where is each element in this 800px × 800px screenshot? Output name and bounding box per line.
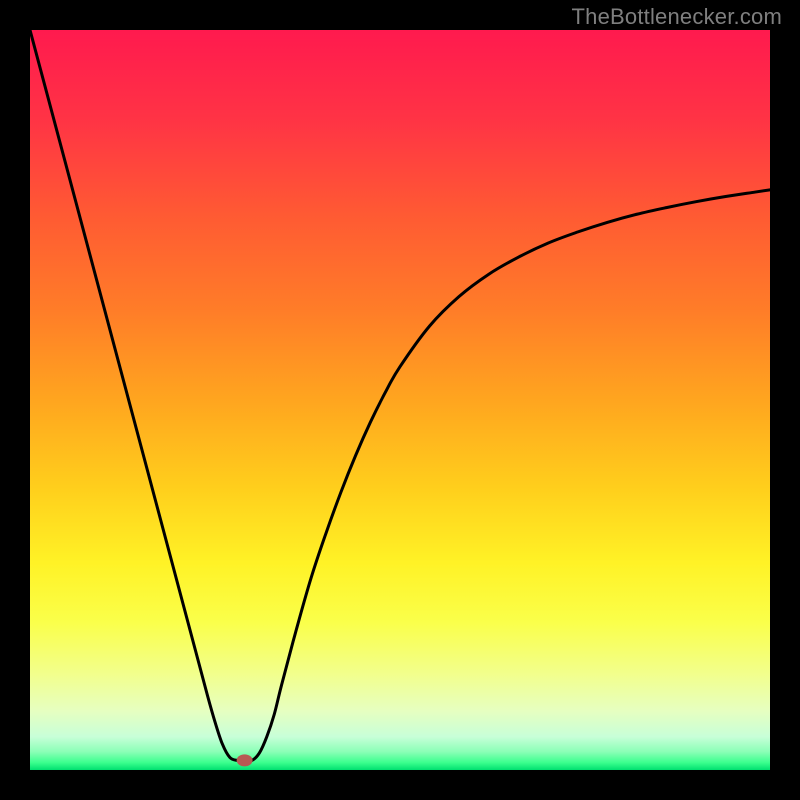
- plot-area: [30, 30, 770, 770]
- bottleneck-curve: [30, 30, 770, 761]
- chart-root: TheBottlenecker.com: [0, 0, 800, 800]
- curve-layer: [30, 30, 770, 770]
- watermark-label: TheBottlenecker.com: [572, 4, 782, 30]
- minimum-marker-icon: [237, 754, 253, 766]
